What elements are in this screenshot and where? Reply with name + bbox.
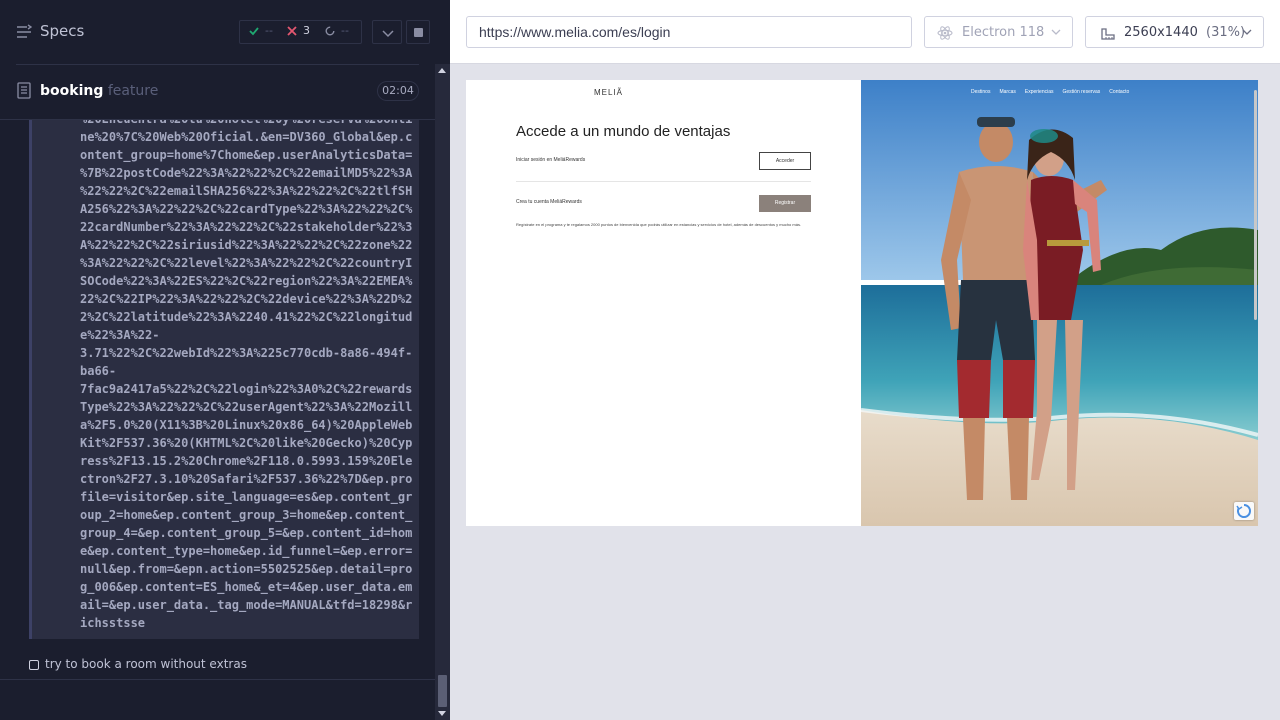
pending-stat: -- [325, 24, 349, 37]
app-under-test: https://www.melia.com/es/login Electron … [450, 0, 1280, 720]
recaptcha-icon [1236, 504, 1251, 518]
spec-file-basename: booking [40, 83, 104, 99]
spec-file-name: booking feature [40, 83, 158, 99]
spec-duration-badge: 02:04 [377, 81, 419, 101]
stop-button[interactable] [406, 20, 430, 44]
register-button[interactable]: Registrar [759, 195, 811, 212]
chevron-down-icon [382, 30, 394, 38]
viewport-selector[interactable]: 2560x1440 (31%) [1085, 16, 1264, 48]
passed-count: -- [265, 24, 273, 37]
promo-text: Regístrate en el programa y te regalamos… [516, 222, 802, 227]
x-icon [287, 25, 297, 36]
create-account-label: Crea tu cuenta MeliáRewards [516, 199, 582, 205]
viewport-scale: (31%) [1206, 25, 1246, 40]
scroll-down-arrow-icon[interactable] [438, 711, 446, 716]
check-icon [249, 26, 259, 35]
failed-count: 3 [303, 24, 310, 37]
ruler-icon [1101, 28, 1115, 40]
hero-image: Destinos Marcas Experiencias Gestión res… [861, 80, 1258, 526]
login-panel: MELIÃ Accede a un mundo de ventajas Inic… [466, 80, 861, 526]
divider [0, 679, 435, 680]
nav-item-destinos[interactable]: Destinos [971, 89, 990, 95]
page-scrollbar[interactable] [1254, 90, 1257, 320]
nav-item-experiencias[interactable]: Experiencias [1025, 89, 1054, 95]
spec-file-row[interactable]: booking feature 02:04 [0, 72, 435, 112]
specs-header: Specs -- 3 -- [0, 0, 435, 64]
stop-icon [414, 28, 423, 37]
divider [516, 181, 811, 182]
aut-iframe: MELIÃ Accede a un mundo de ventajas Inic… [466, 80, 1258, 526]
viewport-size: 2560x1440 [1124, 25, 1198, 40]
melia-logo[interactable]: MELIÃ [594, 88, 623, 97]
nav-item-marcas[interactable]: Marcas [999, 89, 1015, 95]
reporter-scrollbar[interactable] [435, 64, 450, 720]
document-icon [17, 82, 31, 99]
specs-title[interactable]: Specs [40, 22, 84, 40]
nav-item-gestion-reservas[interactable]: Gestión reservas [1063, 89, 1101, 95]
login-button[interactable]: Acceder [759, 152, 811, 170]
recaptcha-badge[interactable] [1234, 502, 1254, 520]
pending-count: -- [341, 24, 349, 37]
test-status-icon [29, 660, 39, 670]
aut-toolbar: https://www.melia.com/es/login Electron … [450, 0, 1280, 64]
divider [16, 64, 419, 65]
site-nav: Destinos Marcas Experiencias Gestión res… [971, 89, 1129, 95]
chevron-down-icon [1051, 29, 1061, 35]
log-text: %20Encuentra%20tu%20hotel%20y%20reserva%… [80, 120, 413, 630]
scroll-up-arrow-icon[interactable] [438, 68, 446, 73]
specs-menu-icon[interactable] [16, 24, 32, 40]
electron-icon [937, 26, 953, 40]
passed-stat: -- [249, 24, 273, 37]
signin-label: Iniciar sesión en MeliáRewards [516, 157, 586, 163]
nav-item-contacto[interactable]: Contacto [1109, 89, 1129, 95]
chevron-down-icon [1242, 29, 1252, 35]
test-title: try to book a room without extras [45, 657, 247, 671]
spinner-icon [325, 26, 335, 35]
command-log-output: %20Encuentra%20tu%20hotel%20y%20reserva%… [29, 120, 419, 639]
failed-stat: 3 [287, 24, 310, 37]
browser-selector[interactable]: Electron 118 [924, 16, 1073, 48]
browser-name: Electron 118 [962, 25, 1045, 40]
scrollbar-thumb[interactable] [438, 675, 447, 707]
collapse-button[interactable] [372, 20, 402, 44]
test-stats: -- 3 -- [239, 20, 362, 44]
beach-couple-photo [861, 80, 1258, 526]
login-title: Accede a un mundo de ventajas [516, 123, 731, 140]
reporter-panel: Specs -- 3 -- booking feature 02:04 ne%2… [0, 0, 450, 720]
spec-file-extension: feature [107, 83, 159, 99]
test-item[interactable]: try to book a room without extras [0, 650, 435, 678]
url-field[interactable]: https://www.melia.com/es/login [466, 16, 912, 48]
